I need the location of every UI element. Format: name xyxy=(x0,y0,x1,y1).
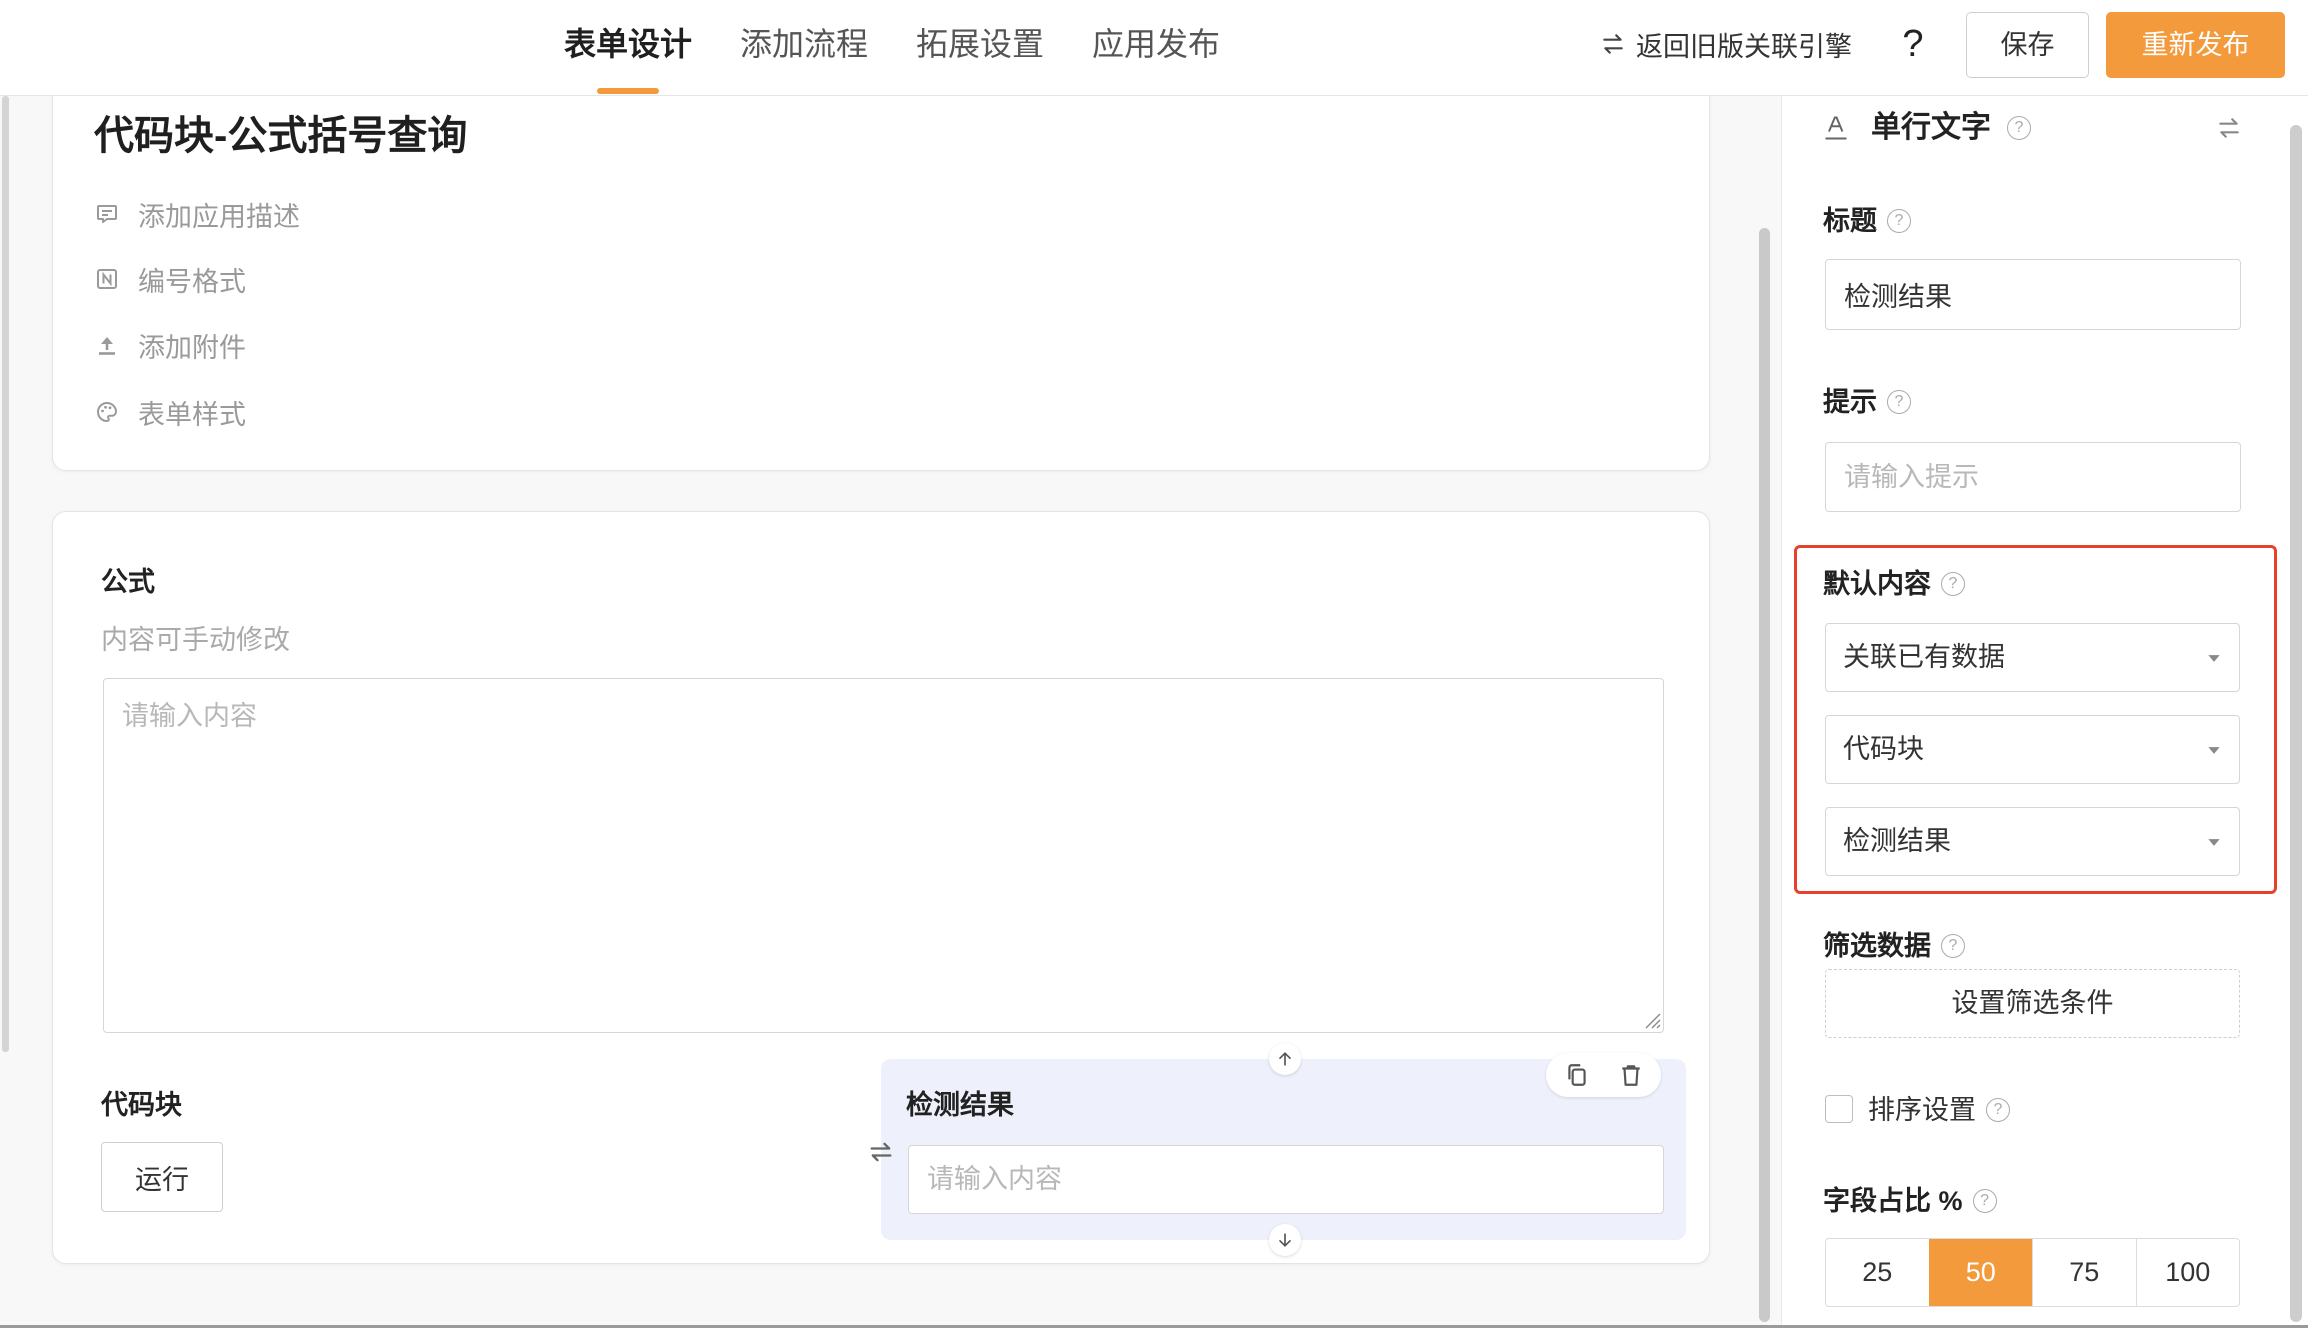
width-segmented-control: 25 50 75 100 xyxy=(1825,1238,2240,1307)
linked-form-select[interactable]: 代码块 xyxy=(1825,715,2240,784)
width-option-75[interactable]: 75 xyxy=(2032,1239,2136,1306)
tab-form-design[interactable]: 表单设计 xyxy=(564,22,692,94)
filter-label-text: 筛选数据 xyxy=(1823,931,1931,961)
formula-textarea[interactable] xyxy=(103,678,1664,1033)
result-input[interactable] xyxy=(908,1145,1664,1214)
properties-panel: 单行文字 标题 提示 默认内容 关联已有数据 代码块 检测结果 筛选数据 设置筛… xyxy=(1781,96,2308,1328)
help-icon[interactable] xyxy=(1986,1097,2010,1122)
result-field-label: 检测结果 xyxy=(906,1090,1014,1120)
formula-field-label: 公式 xyxy=(101,567,155,597)
chevron-down-icon xyxy=(2207,746,2221,755)
field-type-header: 单行文字 xyxy=(1822,108,2031,148)
select-value: 关联已有数据 xyxy=(1843,642,2005,672)
add-description-link[interactable]: 添加应用描述 xyxy=(95,196,300,232)
tab-app-publish[interactable]: 应用发布 xyxy=(1092,22,1220,66)
save-button[interactable]: 保存 xyxy=(1966,12,2089,78)
select-value: 检测结果 xyxy=(1843,826,1951,856)
upload-icon xyxy=(95,333,119,357)
action-label: 添加附件 xyxy=(138,332,246,363)
sort-label: 排序设置 xyxy=(1868,1092,2010,1128)
move-up-icon[interactable] xyxy=(1269,1043,1301,1075)
numbering-format-link[interactable]: 编号格式 xyxy=(95,261,246,297)
help-icon[interactable] xyxy=(1887,208,1911,233)
numbering-icon xyxy=(95,267,119,291)
form-style-link[interactable]: 表单样式 xyxy=(95,394,246,430)
width-label-text: 字段占比 % xyxy=(1823,1186,1963,1216)
code-block-field-label: 代码块 xyxy=(101,1090,182,1120)
text-field-icon xyxy=(1822,114,1850,142)
default-content-label-text: 默认内容 xyxy=(1823,569,1931,599)
result-field-selected[interactable]: 检测结果 xyxy=(870,1043,1686,1256)
field-type-label: 单行文字 xyxy=(1871,111,1991,144)
help-icon[interactable] xyxy=(1972,1188,1997,1213)
default-content-highlight: 默认内容 关联已有数据 代码块 检测结果 xyxy=(1794,545,2277,894)
action-label: 编号格式 xyxy=(138,266,246,297)
sort-checkbox[interactable] xyxy=(1825,1095,1853,1123)
copy-icon[interactable] xyxy=(1564,1062,1590,1088)
action-label: 表单样式 xyxy=(138,399,246,430)
action-label: 添加应用描述 xyxy=(138,201,300,232)
hint-input[interactable] xyxy=(1825,442,2241,512)
run-button[interactable]: 运行 xyxy=(101,1142,223,1212)
top-bar: 表单设计 添加流程 拓展设置 应用发布 返回旧版关联引擎 ? 保存 重新发布 xyxy=(0,0,2308,96)
title-input[interactable] xyxy=(1825,259,2241,330)
width-option-50[interactable]: 50 xyxy=(1928,1239,2032,1306)
default-source-select[interactable]: 关联已有数据 xyxy=(1825,623,2240,692)
palette-icon xyxy=(95,400,119,424)
resize-handle-icon[interactable] xyxy=(1641,1009,1661,1029)
left-scrollbar[interactable] xyxy=(2,96,9,1052)
help-icon[interactable] xyxy=(1941,571,1965,596)
swap-icon xyxy=(1600,31,1626,57)
hint-label-text: 提示 xyxy=(1823,387,1877,417)
comment-icon xyxy=(95,202,119,226)
form-body-card: 公式 内容可手动修改 代码块 运行 检测结果 xyxy=(52,511,1710,1264)
form-header-card: 代码块-公式括号查询 添加应用描述 编号格式 添加附件 表单样式 xyxy=(52,50,1710,471)
swap-position-icon[interactable] xyxy=(867,1138,895,1166)
width-option-100[interactable]: 100 xyxy=(2135,1239,2240,1306)
add-attachment-link[interactable]: 添加附件 xyxy=(95,327,246,363)
form-title[interactable]: 代码块-公式括号查询 xyxy=(94,112,467,160)
switch-field-type-icon[interactable] xyxy=(2216,115,2242,141)
tab-extension-settings[interactable]: 拓展设置 xyxy=(916,22,1044,66)
default-content-label: 默认内容 xyxy=(1823,566,1965,602)
linked-field-select[interactable]: 检测结果 xyxy=(1825,807,2240,876)
help-icon[interactable] xyxy=(1887,389,1911,414)
help-icon[interactable] xyxy=(1941,933,1965,958)
republish-button[interactable]: 重新发布 xyxy=(2106,12,2285,78)
delete-icon[interactable] xyxy=(1618,1062,1644,1088)
title-label: 标题 xyxy=(1823,203,1911,239)
sort-label-text: 排序设置 xyxy=(1868,1095,1976,1125)
filter-label: 筛选数据 xyxy=(1823,928,1965,964)
chevron-down-icon xyxy=(2207,838,2221,847)
move-down-icon[interactable] xyxy=(1269,1224,1301,1256)
chevron-down-icon xyxy=(2207,654,2221,663)
width-label: 字段占比 % xyxy=(1823,1183,1997,1219)
tab-add-workflow[interactable]: 添加流程 xyxy=(740,22,868,66)
select-value: 代码块 xyxy=(1843,734,1924,764)
canvas-scrollbar[interactable] xyxy=(1759,228,1770,1322)
help-icon[interactable]: ? xyxy=(1898,18,1928,70)
width-option-25[interactable]: 25 xyxy=(1826,1239,1929,1306)
formula-field-description: 内容可手动修改 xyxy=(101,625,290,655)
field-toolbar xyxy=(1546,1053,1661,1097)
set-filter-button[interactable]: 设置筛选条件 xyxy=(1825,969,2240,1038)
title-label-text: 标题 xyxy=(1823,206,1877,236)
legacy-engine-label: 返回旧版关联引擎 xyxy=(1636,31,1852,62)
panel-scrollbar[interactable] xyxy=(2290,125,2302,1322)
legacy-engine-link[interactable]: 返回旧版关联引擎 xyxy=(1600,24,1852,64)
help-icon[interactable] xyxy=(2007,116,2031,140)
hint-label: 提示 xyxy=(1823,384,1911,420)
